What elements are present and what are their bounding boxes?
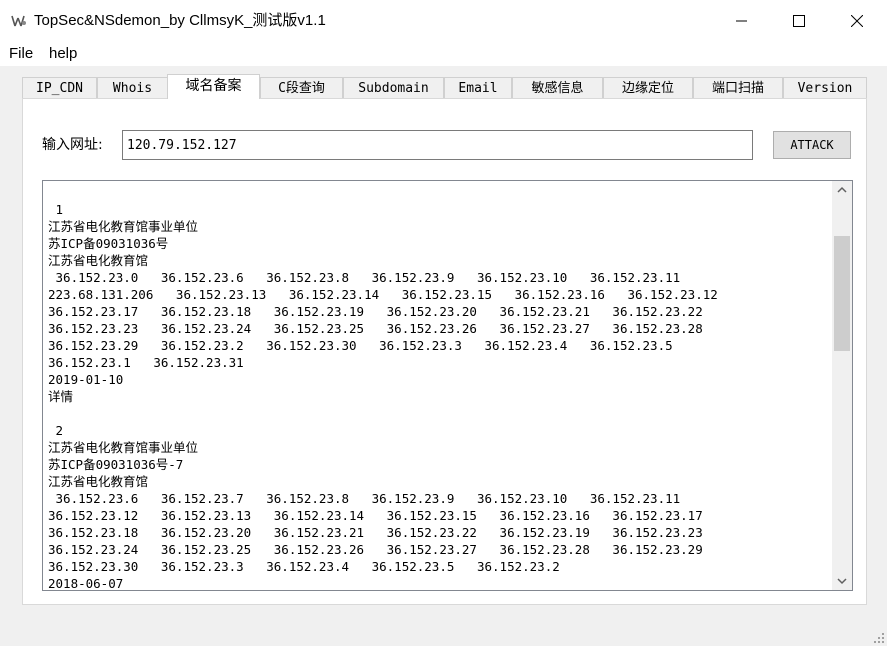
window-title: TopSec&NSdemon_by CllmsyK_测试版v1.1: [34, 12, 326, 29]
maximize-button[interactable]: [770, 0, 828, 42]
close-button[interactable]: [828, 0, 886, 42]
close-icon: [851, 15, 863, 27]
resize-grip-icon[interactable]: [873, 632, 885, 644]
tab-sensitive-info[interactable]: 敏感信息: [512, 77, 603, 98]
attack-button[interactable]: ATTACK: [773, 131, 851, 159]
minimize-button[interactable]: [713, 0, 771, 42]
menu-help[interactable]: help: [49, 44, 77, 64]
tab-domain-icp[interactable]: 域名备案: [167, 74, 260, 99]
chevron-up-icon: [837, 186, 847, 193]
minimize-icon: [736, 20, 747, 22]
scroll-down-button[interactable]: [832, 573, 852, 590]
scroll-up-button[interactable]: [832, 181, 852, 198]
result-text: 1 江苏省电化教育馆事业单位 苏ICP备09031036号 江苏省电化教育馆 3…: [48, 202, 718, 591]
url-input[interactable]: [122, 130, 753, 160]
vertical-scrollbar[interactable]: [832, 181, 852, 590]
tab-subdomain[interactable]: Subdomain: [343, 77, 444, 98]
title-bar: TopSec&NSdemon_by CllmsyK_测试版v1.1: [0, 0, 887, 42]
tab-email[interactable]: Email: [444, 77, 512, 98]
url-label: 输入网址:: [42, 137, 103, 153]
tab-c-segment[interactable]: C段查询: [260, 77, 343, 98]
maximize-icon: [793, 15, 805, 27]
tab-ip-cdn[interactable]: IP_CDN: [22, 77, 97, 98]
tab-edge-locate[interactable]: 边缘定位: [603, 77, 693, 98]
result-textarea[interactable]: 1 江苏省电化教育馆事业单位 苏ICP备09031036号 江苏省电化教育馆 3…: [42, 180, 853, 591]
menu-bar: File help: [0, 42, 887, 66]
scroll-thumb[interactable]: [834, 236, 850, 351]
app-icon: [11, 15, 26, 27]
tab-port-scan[interactable]: 端口扫描: [693, 77, 783, 98]
menu-file[interactable]: File: [9, 44, 33, 64]
chevron-down-icon: [837, 578, 847, 585]
tab-version[interactable]: Version: [783, 77, 867, 98]
tab-whois[interactable]: Whois: [97, 77, 168, 98]
